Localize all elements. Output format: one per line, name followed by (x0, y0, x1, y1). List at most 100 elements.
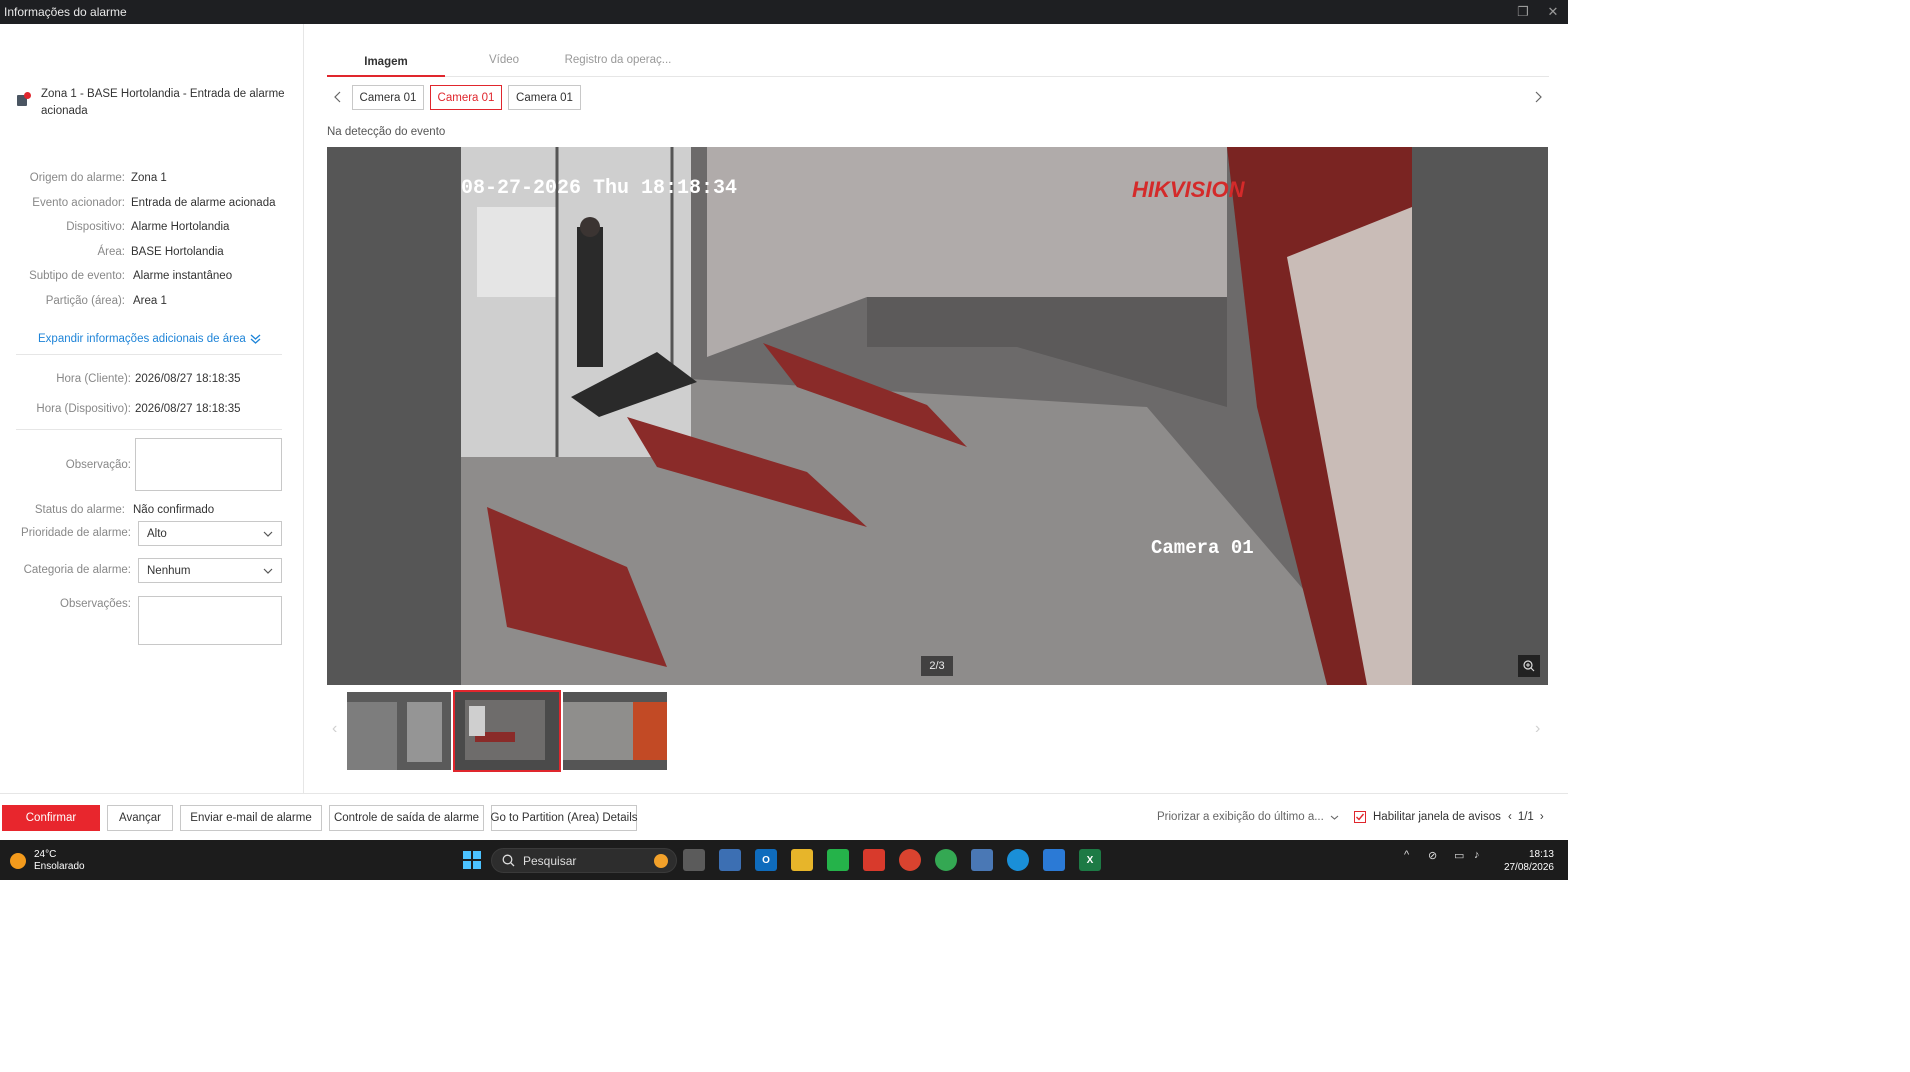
image-counter: 2/3 (921, 656, 953, 676)
snapshot-viewer[interactable]: 08-27-2026 Thu 18:18:34 HIKVISION Camera… (327, 147, 1548, 685)
alarm-output-control-button[interactable]: Controle de saída de alarme (329, 805, 484, 831)
tray-overflow-icon[interactable]: ^ (1404, 849, 1409, 861)
clock-time: 18:13 (1528, 849, 1554, 860)
tab-image[interactable]: Imagem (327, 51, 445, 77)
pager-next-icon[interactable]: › (1540, 811, 1544, 823)
thumbnail-2-selected[interactable] (453, 690, 561, 772)
camera-prev-button[interactable] (330, 84, 344, 110)
windows-start-icon[interactable] (461, 849, 483, 871)
alarm-input-icon (16, 90, 34, 108)
calculator-icon[interactable] (971, 849, 993, 871)
camera-next-button[interactable] (1532, 84, 1546, 110)
advance-button[interactable]: Avançar (107, 805, 173, 831)
detail-label: Origem do alarme: (29, 172, 125, 184)
alarm-header: Zona 1 - BASE Hortolandia - Entrada de a… (16, 86, 286, 120)
detail-value: BASE Hortolandia (131, 246, 224, 258)
thumbnail-prev-icon[interactable]: ‹ (332, 720, 337, 738)
confirm-button[interactable]: Confirmar (2, 805, 100, 831)
category-label: Categoria de alarme: (23, 564, 131, 576)
time-label: Hora (Cliente): (56, 373, 131, 385)
notes-textarea[interactable] (138, 596, 282, 645)
excel-icon[interactable]: X (1079, 849, 1101, 871)
volume-icon[interactable]: ♪ (1474, 849, 1480, 861)
thumbnail-3[interactable] (563, 692, 667, 770)
camera-button-active[interactable]: Camera 01 (430, 85, 502, 110)
expand-area-info-link[interactable]: Expandir informações adicionais de área (38, 333, 261, 345)
chevron-down-icon (263, 568, 273, 574)
status-row: Status do alarme: Não confirmado (0, 502, 290, 518)
send-email-button[interactable]: Enviar e-mail de alarme (180, 805, 322, 831)
camera-button[interactable]: Camera 01 (508, 85, 581, 110)
detail-row: Partição (área): Area 1 (0, 293, 290, 309)
clock-date: 27/08/2026 (1503, 862, 1554, 873)
detail-label: Área: (97, 246, 126, 258)
detail-label: Dispositivo: (66, 221, 125, 233)
window-title: Informações do alarme (4, 5, 127, 19)
chrome-icon[interactable] (899, 849, 921, 871)
detail-value: Zona 1 (131, 172, 167, 184)
action-bar: Confirmar Avançar Enviar e-mail de alarm… (0, 793, 1568, 840)
detail-value: Alarme Hortolandia (131, 221, 230, 233)
enable-popup-label: Habilitar janela de avisos (1373, 811, 1501, 823)
tab-operation-log[interactable]: Registro da operaç... (563, 51, 673, 77)
temperature: 24°C (34, 849, 57, 860)
detail-row: Subtipo de evento: Alarme instantâneo (0, 268, 290, 284)
thumbnail-next-icon[interactable]: › (1535, 720, 1540, 738)
priority-select[interactable]: Alto (138, 521, 282, 546)
hikcentral-icon[interactable] (863, 849, 885, 871)
pager-text: 1/1 (1517, 811, 1534, 823)
zoom-button[interactable] (1518, 655, 1540, 677)
category-select[interactable]: Nenhum (138, 558, 282, 583)
camera-snapshot: 08-27-2026 Thu 18:18:34 HIKVISION Camera… (327, 147, 1548, 685)
osd-brand: HIKVISION (1132, 177, 1246, 202)
priority-view-dropdown[interactable]: Priorizar a exibição do último a... (1157, 811, 1339, 823)
observation-label: Observação: (65, 459, 131, 471)
osd-datetime: 08-27-2026 Thu 18:18:34 (461, 177, 737, 200)
whatsapp-icon[interactable] (827, 849, 849, 871)
priority-view-label: Priorizar a exibição do último a... (1157, 811, 1324, 823)
divider (16, 429, 282, 430)
restore-icon[interactable]: ❐ (1508, 0, 1538, 24)
checkbox-checked-icon (1354, 811, 1366, 823)
detail-value: Entrada de alarme acionada (131, 197, 276, 209)
close-icon[interactable]: ✕ (1538, 0, 1568, 24)
chrome-profile-icon[interactable] (935, 849, 957, 871)
double-chevron-down-icon (250, 334, 261, 344)
sun-icon (10, 853, 26, 869)
enable-popup-checkbox[interactable]: Habilitar janela de avisos (1354, 811, 1501, 823)
zoom-in-icon (1523, 660, 1535, 672)
media-tabs: Imagem Vídeo Registro da operaç... (327, 51, 1549, 77)
detail-row: Evento acionador: Entrada de alarme acio… (0, 195, 290, 211)
time-value: 2026/08/27 18:18:35 (135, 403, 241, 415)
status-label: Status do alarme: (34, 504, 125, 516)
time-label: Hora (Dispositivo): (36, 403, 131, 415)
observation-textarea[interactable] (135, 438, 282, 491)
detail-value: Area 1 (133, 295, 167, 307)
alarm-title: Zona 1 - BASE Hortolandia - Entrada de a… (41, 88, 285, 117)
outlook-icon[interactable]: O (755, 849, 777, 871)
notes-label: Observações: (60, 598, 131, 610)
detail-label: Evento acionador: (32, 197, 125, 209)
detail-row: Dispositivo: Alarme Hortolandia (0, 219, 290, 235)
search-placeholder: Pesquisar (523, 853, 577, 868)
pager: ‹ 1/1 › (1508, 811, 1544, 823)
display-icon[interactable]: ▭ (1454, 849, 1464, 862)
tab-video[interactable]: Vídeo (445, 51, 563, 77)
camera-button[interactable]: Camera 01 (352, 85, 424, 110)
task-view-icon[interactable] (683, 849, 705, 871)
settings-app-icon[interactable] (1007, 849, 1029, 871)
category-value: Nenhum (147, 564, 191, 577)
snipping-tool-icon[interactable] (719, 849, 741, 871)
network-offline-icon[interactable]: ⊘ (1428, 849, 1437, 862)
pager-prev-icon[interactable]: ‹ (1508, 811, 1512, 823)
weather-widget[interactable]: 24°C Ensolarado (10, 849, 85, 873)
detail-row: Origem do alarme: Zona 1 (0, 170, 290, 186)
time-row-client: Hora (Cliente): 2026/08/27 18:18:35 (0, 371, 290, 387)
file-explorer-icon[interactable] (791, 849, 813, 871)
taskbar-search[interactable]: Pesquisar (491, 848, 677, 873)
partition-details-button[interactable]: Go to Partition (Area) Details (491, 805, 638, 831)
taskbar-clock[interactable]: 18:13 27/08/2026 (1504, 848, 1554, 874)
divider (16, 354, 282, 355)
notepad-icon[interactable] (1043, 849, 1065, 871)
thumbnail-1[interactable] (347, 692, 451, 770)
